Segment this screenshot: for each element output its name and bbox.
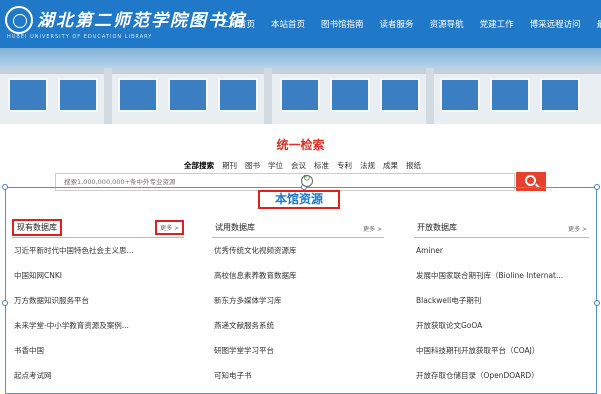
- list-item[interactable]: 高校信息素养教育数据库: [212, 263, 384, 288]
- tab-standards[interactable]: 标准: [310, 160, 333, 171]
- library-logo[interactable]: 湖北第二师范学院图书馆 HUBEI UNIVERSITY OF EDUCATIO…: [5, 4, 244, 44]
- column-header: 试用数据库 更多 >: [212, 220, 384, 238]
- site-header: 湖北第二师范学院图书馆 HUBEI UNIVERSITY OF EDUCATIO…: [0, 0, 601, 48]
- column-header: 现有数据库 更多 >: [12, 219, 184, 238]
- list-item[interactable]: 未来学堂-中小学教育资源及案例...: [12, 313, 184, 338]
- building-roofline: [0, 68, 601, 74]
- resize-handle-right[interactable]: [594, 300, 600, 306]
- rotate-handle-icon[interactable]: [301, 174, 313, 187]
- nav-item-reader-services[interactable]: 读者服务: [372, 18, 422, 30]
- main-nav: 二师首页 本站首页 图书馆指南 读者服务 资源导航 党建工作 博采远程访问 最新…: [213, 0, 601, 48]
- database-list: Aminer 发展中国家联合期刊库（Bioline Internat... Bl…: [414, 238, 589, 388]
- more-link[interactable]: 更多 >: [568, 224, 587, 233]
- column-open-databases: 开放数据库 更多 > Aminer 发展中国家联合期刊库（Bioline Int…: [414, 220, 589, 388]
- banner-window: [168, 78, 208, 112]
- resize-handle-top-left[interactable]: [2, 184, 8, 190]
- banner-window: [8, 78, 48, 112]
- list-item[interactable]: 发展中国家联合期刊库（Bioline Internat...: [414, 263, 589, 288]
- banner-window: [540, 78, 580, 112]
- list-item[interactable]: 开放存取仓储目录（OpenDOARD）: [414, 363, 589, 388]
- tab-regulations[interactable]: 法规: [356, 160, 379, 171]
- banner-window: [380, 78, 420, 112]
- list-item[interactable]: 新东方多媒体学习库: [212, 288, 384, 313]
- more-link[interactable]: 更多 >: [363, 224, 382, 233]
- list-item[interactable]: Aminer: [414, 238, 589, 263]
- list-item[interactable]: 起点考试网: [12, 363, 184, 388]
- search-icon: [525, 175, 536, 186]
- university-emblem-icon: [5, 6, 33, 34]
- banner-window: [118, 78, 158, 112]
- tab-conferences[interactable]: 会议: [287, 160, 310, 171]
- tab-journals[interactable]: 期刊: [218, 160, 241, 171]
- logo-english-text: HUBEI UNIVERSITY OF EDUCATION LIBRARY: [7, 34, 153, 40]
- tab-achievements[interactable]: 成果: [379, 160, 402, 171]
- nav-item-latest-news[interactable]: 最新消息: [589, 18, 601, 30]
- nav-item-remote-access[interactable]: 博采远程访问: [522, 18, 589, 30]
- banner-window: [280, 78, 320, 112]
- tab-patents[interactable]: 专利: [333, 160, 356, 171]
- search-type-tabs: 全部搜索 期刊 图书 学位 会议 标准 专利 法规 成果 报纸: [180, 160, 425, 171]
- tab-degrees[interactable]: 学位: [264, 160, 287, 171]
- column-trial-databases: 试用数据库 更多 > 优秀传统文化视频资源库 高校信息素养教育数据库 新东方多媒…: [212, 220, 384, 388]
- banner-window: [330, 78, 370, 112]
- unified-search-title: 统一检索: [276, 138, 325, 152]
- database-list: 优秀传统文化视频资源库 高校信息素养教育数据库 新东方多媒体学习库 燕递文献服务…: [212, 238, 384, 388]
- banner-pillar: [426, 68, 434, 124]
- tab-all[interactable]: 全部搜索: [180, 160, 218, 171]
- tab-newspapers[interactable]: 报纸: [402, 160, 425, 171]
- list-item[interactable]: 研图学堂学习平台: [212, 338, 384, 363]
- list-item[interactable]: 习近平新时代中国特色社会主义思...: [12, 238, 184, 263]
- list-item[interactable]: 开放获取论文GoOA: [414, 313, 589, 338]
- list-item[interactable]: Blackwell电子期刊: [414, 288, 589, 313]
- list-item[interactable]: 万方数据知识服务平台: [12, 288, 184, 313]
- column-title: 开放数据库: [417, 223, 457, 232]
- nav-item-party-work[interactable]: 党建工作: [472, 18, 522, 30]
- nav-item-resource-navigation[interactable]: 资源导航: [422, 18, 472, 30]
- banner-pillar: [264, 68, 272, 124]
- banner-window: [218, 78, 258, 112]
- banner-window: [58, 78, 98, 112]
- list-item[interactable]: 优秀传统文化视频资源库: [212, 238, 384, 263]
- list-item[interactable]: 书香中国: [12, 338, 184, 363]
- resize-handle-top-right[interactable]: [594, 184, 600, 190]
- list-item[interactable]: 中国科技期刊开放获取平台（COAJ）: [414, 338, 589, 363]
- database-list: 习近平新时代中国特色社会主义思... 中国知网CNKI 万方数据知识服务平台 未…: [12, 238, 184, 388]
- column-title: 现有数据库: [12, 219, 62, 236]
- nav-item-library-guide[interactable]: 图书馆指南: [313, 18, 372, 30]
- campus-banner-image: [0, 48, 601, 124]
- tab-books[interactable]: 图书: [241, 160, 264, 171]
- section-title: 本馆资源: [258, 190, 340, 209]
- column-header: 开放数据库 更多 >: [414, 220, 589, 238]
- list-item[interactable]: 燕递文献服务系统: [212, 313, 384, 338]
- banner-window: [440, 78, 480, 112]
- column-title: 试用数据库: [215, 223, 255, 232]
- more-link[interactable]: 更多 >: [155, 220, 184, 235]
- list-item[interactable]: 可知电子书: [212, 363, 384, 388]
- banner-pillar: [104, 68, 112, 124]
- nav-item-site-home[interactable]: 本站首页: [263, 18, 313, 30]
- resize-handle-left[interactable]: [2, 300, 8, 306]
- column-existing-databases: 现有数据库 更多 > 习近平新时代中国特色社会主义思... 中国知网CNKI 万…: [12, 219, 184, 388]
- banner-window: [490, 78, 530, 112]
- list-item[interactable]: 中国知网CNKI: [12, 263, 184, 288]
- nav-item-university-home[interactable]: 二师首页: [213, 18, 263, 30]
